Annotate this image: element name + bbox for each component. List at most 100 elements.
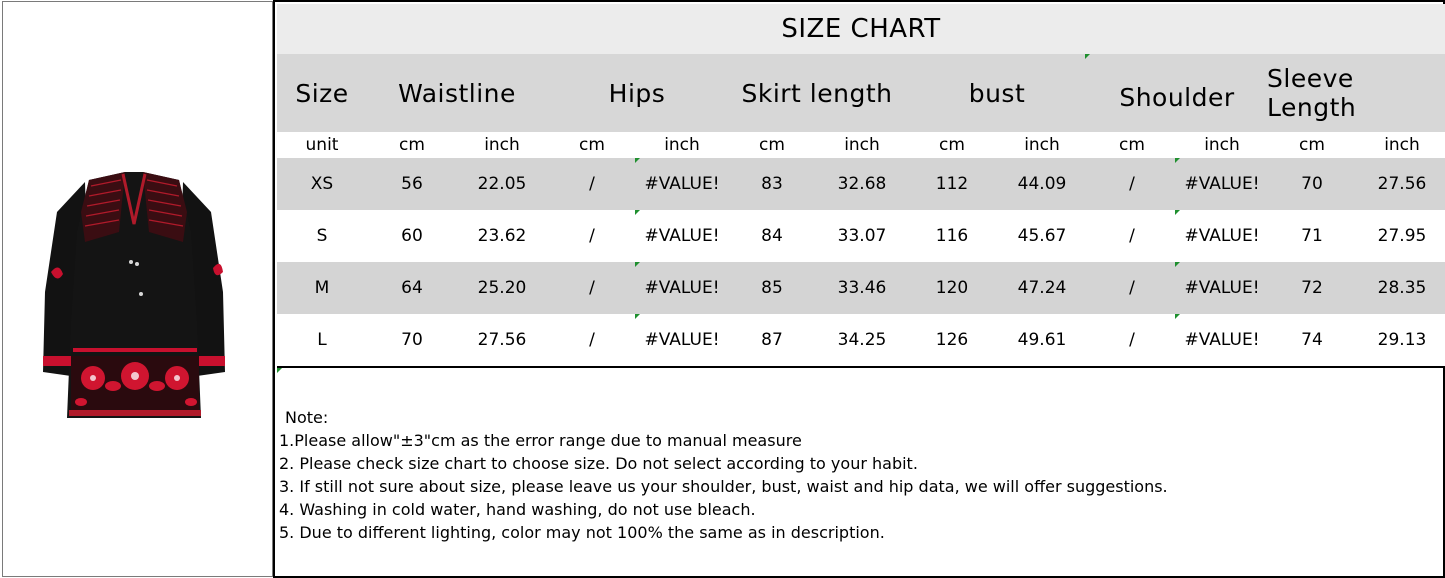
table-cell: 70 [401,330,423,350]
table-cell: / [589,330,595,350]
table-cell: 45.67 [1017,226,1067,246]
header-sleeve-length: Sleeve Length [1267,64,1357,122]
error-marker [635,210,640,215]
header-waistline: Waistline [398,78,516,108]
table-cell: 70 [1301,174,1323,194]
table-cell: / [589,226,595,246]
notes-heading: Note: [285,408,329,427]
unit-cell: cm [399,135,425,155]
size-cell: M [314,278,330,298]
table-cell: / [589,174,595,194]
header-size: Size [295,78,349,108]
table-cell: 87 [761,330,783,350]
error-marker [1175,210,1180,215]
unit-cell: cm [1119,135,1145,155]
unit-cell: inch [844,135,880,155]
table-cell: 60 [401,226,423,246]
table-cell: 116 [935,226,969,246]
table-cell: 25.20 [477,278,527,298]
table-row: M 64 25.20 / #VALUE! 85 33.46 120 47.24 … [277,262,1445,314]
table-cell: 33.46 [837,278,887,298]
table-cell: 47.24 [1017,278,1067,298]
notes-block: Note: 1.Please allow"±3"cm as the error … [279,406,1379,544]
size-cell: S [316,226,328,246]
table-cell: / [1129,330,1135,350]
error-marker [277,368,282,373]
table-cell: 84 [761,226,783,246]
table-cell: #VALUE! [644,330,720,350]
table-cell: / [589,278,595,298]
error-marker [635,314,640,319]
table-cell: / [1129,226,1135,246]
table-cell: #VALUE! [1184,226,1260,246]
unit-cell: inch [484,135,520,155]
header-skirt-length: Skirt length [741,78,893,108]
header-hips: Hips [608,78,666,108]
table-cell: 27.95 [1377,226,1427,246]
chart-title: SIZE CHART [277,4,1445,54]
table-row: XS 56 22.05 / #VALUE! 83 32.68 112 44.09… [277,158,1445,210]
table-cell: #VALUE! [644,226,720,246]
error-marker [1175,158,1180,163]
table-cell: #VALUE! [644,278,720,298]
error-marker [635,262,640,267]
table-cell: 71 [1301,226,1323,246]
unit-cell: cm [939,135,965,155]
note-line: 2. Please check size chart to choose siz… [279,454,918,473]
table-cell: 22.05 [477,174,527,194]
unit-row: unit cm inch cm inch cm inch cm inch cm … [277,132,1445,158]
table-cell: 64 [401,278,423,298]
table-cell: 34.25 [837,330,887,350]
unit-cell: cm [759,135,785,155]
table-cell: 44.09 [1017,174,1067,194]
table-bottom-border [277,366,1445,368]
product-image [43,172,225,418]
unit-cell: cm [579,135,605,155]
size-chart-page: SIZE CHART Size Waistline Hips Skirt len… [0,0,1445,578]
table-cell: 27.56 [1377,174,1427,194]
table-cell: 32.68 [837,174,887,194]
table-cell: / [1129,174,1135,194]
table-cell: #VALUE! [1184,174,1260,194]
table-row: S 60 23.62 / #VALUE! 84 33.07 116 45.67 … [277,210,1445,262]
error-marker [635,158,640,163]
table-cell: 85 [761,278,783,298]
table-cell: 27.56 [477,330,527,350]
table-cell: 23.62 [477,226,527,246]
table-cell: 33.07 [837,226,887,246]
unit-cell: cm [1299,135,1325,155]
table-row: L 70 27.56 / #VALUE! 87 34.25 126 49.61 … [277,314,1445,366]
unit-cell: inch [1204,135,1240,155]
unit-cell: inch [664,135,700,155]
size-cell: XS [310,174,334,194]
error-marker [1085,54,1090,59]
note-line: 3. If still not sure about size, please … [279,477,1168,496]
table-cell: 49.61 [1017,330,1067,350]
table-cell: 120 [935,278,969,298]
header-shoulder: Shoulder [1119,82,1235,112]
table-cell: 28.35 [1377,278,1427,298]
header-row: Size Waistline Hips Skirt length bust Sh… [277,54,1445,132]
table-cell: #VALUE! [1184,278,1260,298]
table-cell: 126 [935,330,969,350]
size-cell: L [317,330,327,350]
table-cell: #VALUE! [1184,330,1260,350]
note-line: 1.Please allow"±3"cm as the error range … [279,431,802,450]
table-cell: / [1129,278,1135,298]
note-line: 5. Due to different lighting, color may … [279,523,885,542]
table-cell: 112 [935,174,969,194]
unit-label: unit [305,135,339,155]
table-cell: #VALUE! [644,174,720,194]
note-line: 4. Washing in cold water, hand washing, … [279,500,756,519]
error-marker [1175,314,1180,319]
table-cell: 29.13 [1377,330,1427,350]
unit-cell: inch [1384,135,1420,155]
table-cell: 74 [1301,330,1323,350]
unit-cell: inch [1024,135,1060,155]
size-chart-panel: SIZE CHART Size Waistline Hips Skirt len… [273,0,1445,578]
table-cell: 56 [401,174,423,194]
table-cell: 72 [1301,278,1323,298]
header-bust: bust [968,78,1026,108]
product-panel [2,1,273,577]
table-cell: 83 [761,174,783,194]
